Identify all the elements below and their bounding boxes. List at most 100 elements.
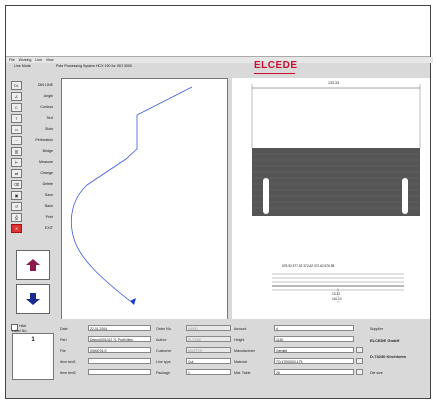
material-field[interactable]: 7Cr170000/0-175 — [274, 358, 354, 364]
dimension-bottom-2: 110.10 — [332, 297, 342, 301]
line-type-field[interactable]: Cut — [186, 358, 231, 364]
supplier-city: D-73230 Kirchheim — [370, 354, 407, 359]
manufacturer-lookup-button[interactable] — [356, 347, 363, 353]
package-field[interactable]: 1 — [186, 369, 231, 375]
sidebar-item-measure[interactable]: ⊢ Measure — [8, 157, 56, 167]
material-lookup-button[interactable] — [356, 358, 363, 364]
sidebar-item-label: Contour — [40, 105, 53, 109]
arrow-down-icon — [26, 293, 40, 305]
file-label: File — [60, 349, 66, 353]
customer-label: Customer — [156, 349, 172, 353]
print-icon: ⎙ — [11, 212, 22, 222]
profile-drawing-panel[interactable] — [61, 78, 228, 321]
sidebar-item-contour[interactable]: C Contour — [8, 102, 56, 112]
sidebar-item-print[interactable]: ⎙ Print — [8, 212, 56, 222]
part-label: Part — [60, 338, 67, 342]
sidebar-item-text[interactable]: T Text — [8, 113, 56, 123]
bridge-icon: ▥ — [11, 146, 22, 156]
page-up-button[interactable] — [16, 250, 50, 280]
item-text1-label: Item text1 — [60, 360, 76, 364]
application-window: File Working Line View Line Mode Pole Pr… — [5, 5, 433, 399]
height-field[interactable]: 1130 — [274, 336, 354, 342]
sidebar-item-label: Measure — [39, 160, 53, 164]
sidebar-item-label: Change — [40, 171, 53, 175]
logo-underline — [254, 73, 295, 74]
back-icon: ↺ — [11, 201, 22, 211]
text-icon: T — [11, 113, 22, 123]
exit-icon: ✕ — [11, 223, 22, 233]
customer-field[interactable]: MUSTER — [186, 347, 231, 353]
die-size-label: Die size — [370, 371, 383, 375]
part-preview — [251, 84, 421, 303]
supplier-label: Supplier — [370, 327, 384, 331]
sidebar-item-label: Perforation — [35, 138, 53, 142]
dimension-markings: 575.92 577.02 372.62 472.62 576.95 — [282, 264, 335, 268]
perforation-icon: ⋯ — [11, 135, 22, 145]
author-field[interactable]: ELCEDE — [186, 336, 231, 342]
mat-table-lookup-button[interactable] — [356, 369, 363, 375]
sidebar-item-change[interactable]: ⇄ Change — [8, 168, 56, 178]
sidebar-item-delete[interactable]: ⌫ Delete — [8, 179, 56, 189]
sidebar-item-label: EXIT — [45, 226, 53, 230]
part-preview-panel[interactable]: 133.33 575.92 577.02 372.62 472.62 576.9… — [232, 78, 430, 319]
sidebar-item-label: Angle — [43, 94, 53, 98]
manufacturer-field[interactable]: Gerdelt — [274, 347, 354, 353]
amount-field[interactable]: 4 — [274, 325, 354, 331]
sidebar-item-save[interactable]: ▣ Save — [8, 190, 56, 200]
sidebar-item-label: Back — [45, 204, 53, 208]
part-field[interactable]: Demo0001012 7L Profil Mes — [88, 336, 151, 342]
change-icon: ⇄ — [11, 168, 22, 178]
date-field[interactable]: 22.01.2004 — [88, 325, 151, 331]
sidebar-item-din-line[interactable]: DL DIN LINE — [8, 80, 56, 90]
title-area — [6, 6, 430, 57]
item-text2-label: Item text2 — [60, 371, 76, 375]
save-icon: ▣ — [11, 190, 22, 200]
height-label: Height — [234, 338, 245, 342]
slots-icon: ▭ — [11, 124, 22, 134]
elcede-logo: ELCEDE — [254, 60, 298, 71]
sidebar-item-label: Slots — [45, 127, 53, 131]
item-text1-field[interactable] — [88, 358, 151, 364]
item-text2-field[interactable] — [88, 369, 151, 375]
angle-icon: ∠ — [11, 91, 22, 101]
sidebar-item-label: Bridge — [42, 149, 53, 153]
sidebar-item-label: DIN LINE — [37, 83, 53, 87]
sidebar-item-perforation[interactable]: ⋯ Perforation — [8, 135, 56, 145]
sidebar-item-label: Delete — [42, 182, 53, 186]
material-label: Material — [234, 360, 247, 364]
sidebar-item-bridge[interactable]: ▥ Bridge — [8, 146, 56, 156]
sidebar-item-label: Text — [46, 116, 53, 120]
contour-icon: C — [11, 102, 22, 112]
page-down-button[interactable] — [16, 284, 50, 314]
sidebar-item-label: Print — [45, 215, 53, 219]
sidebar-item-back[interactable]: ↺ Back — [8, 201, 56, 211]
manufacturer-label: Manufacturer — [234, 349, 256, 353]
order-label: Order No. — [156, 327, 172, 331]
dimension-bottom: 13.32 — [332, 292, 340, 296]
end-marker-icon — [130, 298, 136, 305]
mode-label: Line Mode — [14, 64, 31, 68]
job-form: Hide Label No. 1 Date 22.01.2004 Part De… — [6, 319, 430, 398]
line-type-label: Line type — [156, 360, 171, 364]
measure-icon: ⊢ — [11, 157, 22, 167]
profile-curve — [70, 86, 193, 305]
dimension-top: 133.33 — [328, 81, 339, 85]
hide-label: Hide — [19, 324, 27, 328]
page-number-box: 1 — [12, 333, 54, 380]
file-field[interactable]: 0000076-S — [88, 347, 151, 353]
toolbar: Line Mode Pole Processing System HCX 190… — [6, 63, 430, 71]
supplier-name: ELCEDE GmbH — [370, 338, 400, 343]
app-title: Pole Processing System HCX 190 for ISO 3… — [56, 64, 132, 68]
page-number: 1 — [31, 337, 35, 343]
mat-table-field[interactable]: 26 — [274, 369, 354, 375]
sidebar-item-slots[interactable]: ▭ Slots — [8, 124, 56, 134]
author-label: Author — [156, 338, 167, 342]
sidebar-item-exit[interactable]: ✕ EXIT — [8, 223, 56, 233]
amount-label: Amount — [234, 327, 247, 331]
order-field[interactable]: 00000 — [186, 325, 231, 331]
sidebar-item-angle[interactable]: ∠ Angle — [8, 91, 56, 101]
din-line-icon: DL — [11, 80, 22, 90]
tool-sidebar: DL DIN LINE ∠ Angle C Contour T Text ▭ Slots … — [8, 80, 56, 316]
app-area: File Working Line View Line Mode Pole Pr… — [6, 57, 433, 398]
mat-table-label: Mat. Table — [234, 371, 251, 375]
